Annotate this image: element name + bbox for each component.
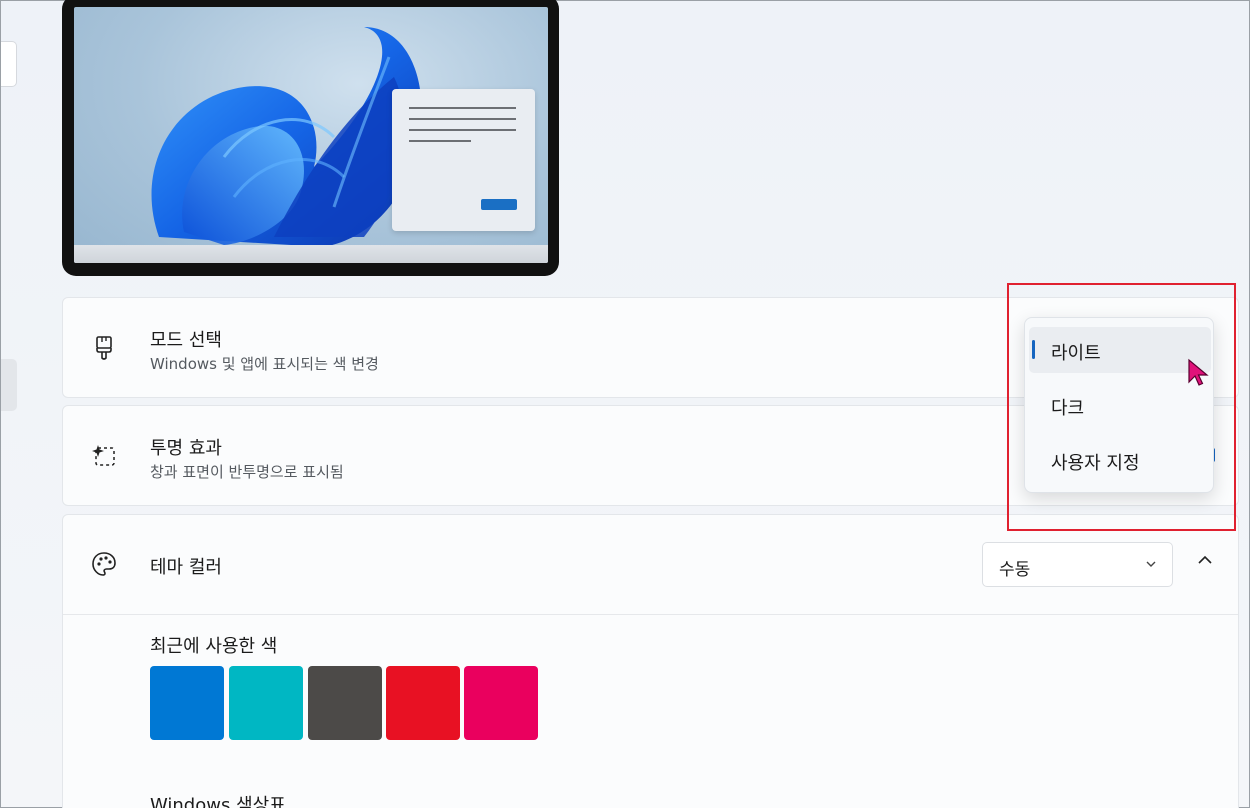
- transparency-subtitle: 창과 표면이 반투명으로 표시됨: [150, 463, 344, 481]
- theme-color-card: 테마 컬러 수동 최근에 사용한 색 Windows 색상표: [62, 514, 1239, 808]
- settings-window: 모드 선택 Windows 및 앱에 표시되는 색 변경 투명 효과 창과 표면…: [0, 0, 1250, 808]
- chevron-up-icon: [1196, 551, 1214, 573]
- collapse-button[interactable]: [1187, 544, 1223, 580]
- chevron-down-icon: [1144, 556, 1158, 575]
- divider: [63, 614, 1238, 615]
- color-swatch[interactable]: [464, 666, 538, 740]
- transparency-title: 투명 효과: [150, 438, 222, 459]
- palette-icon: [89, 549, 119, 579]
- theme-preview: [62, 0, 559, 276]
- annotation-highlight-box: [1007, 283, 1236, 531]
- theme-color-title: 테마 컬러: [150, 557, 222, 578]
- color-swatch[interactable]: [229, 666, 303, 740]
- recent-colors-label: 최근에 사용한 색: [150, 636, 278, 657]
- color-swatch[interactable]: [308, 666, 382, 740]
- color-swatch[interactable]: [386, 666, 460, 740]
- preview-desktop: [74, 7, 548, 263]
- mouse-pointer-icon: [1187, 358, 1211, 392]
- mode-title: 모드 선택: [150, 330, 222, 351]
- dropdown-value: 수동: [999, 560, 1031, 580]
- preview-window: [392, 89, 535, 231]
- theme-color-dropdown[interactable]: 수동: [982, 542, 1173, 587]
- preview-taskbar: [74, 245, 548, 263]
- paint-brush-icon: [89, 333, 119, 363]
- nav-edge-tab-selected[interactable]: [1, 359, 17, 411]
- color-swatch[interactable]: [150, 666, 224, 740]
- nav-edge-tab[interactable]: [1, 41, 17, 87]
- windows-palette-label: Windows 색상표: [150, 795, 286, 808]
- mode-subtitle: Windows 및 앱에 표시되는 색 변경: [150, 355, 379, 373]
- preview-button: [481, 199, 517, 210]
- sparkle-dashed-square-icon: [89, 441, 119, 471]
